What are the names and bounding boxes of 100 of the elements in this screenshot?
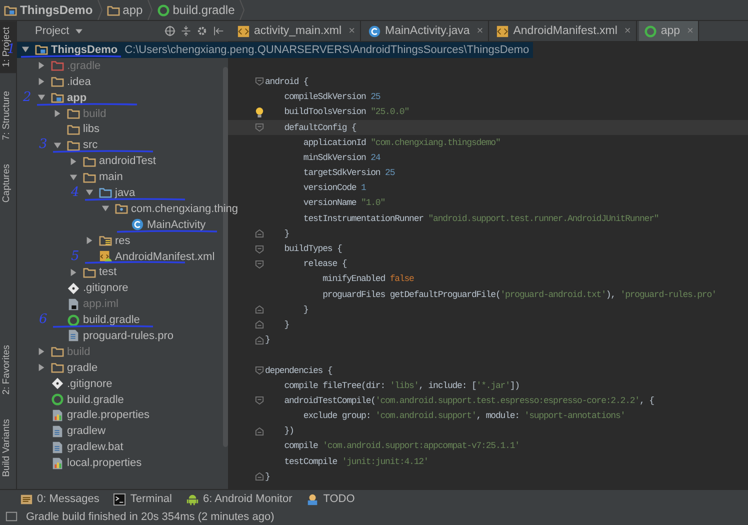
close-tab-button[interactable]: ×: [624, 25, 631, 37]
breadcrumb-item[interactable]: app: [106, 3, 143, 17]
fold-marker-icon[interactable]: [255, 396, 264, 406]
collapsed-arrow-icon[interactable]: [37, 347, 46, 356]
fold-marker-icon[interactable]: [255, 305, 264, 314]
panel-toggle-icon[interactable]: [5, 510, 18, 523]
tree-item[interactable]: gradle.properties: [17, 407, 228, 424]
tool-window-tab[interactable]: 2: Favorites: [0, 339, 16, 402]
tree-label: .gitignore: [83, 282, 128, 294]
collapse-icon[interactable]: [180, 25, 192, 37]
tree-item[interactable]: gradle: [17, 360, 228, 376]
tree-item[interactable]: com.chengxiang.thing: [17, 200, 238, 217]
close-tab-button[interactable]: ×: [348, 25, 355, 37]
module-folder-icon: [51, 91, 64, 104]
fold-marker-icon[interactable]: [255, 426, 264, 436]
expanded-arrow-icon[interactable]: [85, 188, 94, 198]
editor-tab[interactable]: app ×: [638, 21, 700, 41]
collapsed-arrow-icon[interactable]: [69, 156, 78, 166]
gradle-icon: [51, 393, 64, 406]
project-path: C:\Users\chengxiang.peng.QUNARSERVERS\AndroidThingsSources\ThingsDemo: [124, 44, 530, 56]
tree-label: local.properties: [67, 457, 142, 470]
tree-item[interactable]: .gitignore: [17, 280, 228, 296]
tree-item[interactable]: build.gradle: [17, 392, 228, 408]
tree-label: test: [99, 266, 117, 278]
fold-marker-icon[interactable]: [255, 229, 264, 238]
fold-marker-icon[interactable]: [255, 123, 264, 132]
tree-label: androidTest: [99, 155, 156, 168]
tree-item[interactable]: .idea: [17, 74, 228, 90]
fold-marker-icon[interactable]: [255, 260, 264, 269]
collapsed-arrow-icon[interactable]: [37, 363, 46, 372]
fold-marker-icon[interactable]: [255, 336, 264, 345]
tree-item[interactable]: MainActivity: [17, 216, 228, 233]
tool-window-button[interactable]: TODO: [306, 492, 355, 506]
code-line: }: [265, 335, 270, 346]
folder-icon: [83, 170, 96, 184]
tree-label: .gradle: [67, 60, 101, 72]
chevron-icon: [238, 0, 245, 20]
tree-item[interactable]: 2 app: [17, 90, 228, 106]
tool-window-button[interactable]: Terminal: [113, 492, 172, 506]
tree-item[interactable]: res: [17, 232, 228, 249]
lightbulb-icon[interactable]: [255, 106, 264, 118]
module-folder-icon: [35, 43, 48, 56]
tree-label: MainActivity: [147, 218, 206, 231]
target-icon[interactable]: [164, 25, 176, 37]
code-line: androidTestCompile('com.android.support.test.espresso:espresso-core:2.2.2', {: [283, 396, 654, 406]
folder-icon: [67, 138, 80, 152]
fold-marker-icon[interactable]: [255, 77, 264, 86]
tree-item[interactable]: .gitignore: [17, 376, 228, 392]
settings-icon[interactable]: [196, 25, 208, 37]
tool-window-button[interactable]: 0: Messages: [20, 492, 100, 506]
tree-label: res: [115, 234, 130, 247]
tree-item[interactable]: local.properties: [17, 455, 228, 472]
tool-window-button[interactable]: 6: Android Monitor: [186, 492, 292, 506]
expanded-arrow-icon[interactable]: [101, 204, 110, 214]
tree-item[interactable]: 3 src: [17, 137, 228, 154]
tool-window-tab[interactable]: Build Variants: [0, 413, 16, 483]
tool-window-tab[interactable]: 7: Structure: [0, 85, 16, 146]
fold-marker-icon[interactable]: [255, 244, 264, 254]
project-view-dropdown[interactable]: Project: [35, 25, 70, 37]
tree-item[interactable]: main: [17, 169, 228, 186]
tree-item[interactable]: gradlew.bat: [17, 439, 228, 456]
tree-item[interactable]: androidTest: [17, 153, 228, 170]
tree-item[interactable]: gradlew: [17, 423, 228, 440]
breadcrumb-item[interactable]: ThingsDemo: [4, 3, 93, 17]
fold-marker-icon[interactable]: [255, 366, 264, 376]
expanded-arrow-icon[interactable]: [69, 172, 78, 182]
gradle-icon: [67, 314, 80, 327]
module-folder-icon: [4, 4, 17, 16]
code-line: proguardFiles getDefaultProguardFile('proguard-android.txt'), 'proguard-rules.pro': [322, 290, 716, 300]
diamond-file-icon: [51, 377, 64, 390]
collapsed-arrow-icon[interactable]: [37, 77, 46, 86]
code-line: targetSdkVersion 25: [302, 168, 395, 178]
collapsed-arrow-icon[interactable]: [69, 268, 78, 277]
tree-label: java: [115, 186, 136, 199]
code-line: versionCode 1: [302, 183, 366, 194]
chevron-icon: [96, 0, 103, 20]
collapsed-arrow-icon[interactable]: [37, 61, 46, 70]
expanded-arrow-icon[interactable]: [21, 45, 30, 54]
text-file-icon: [67, 329, 80, 342]
close-tab-button[interactable]: ×: [476, 25, 484, 37]
folder-icon: [67, 122, 80, 136]
tree-item[interactable]: test: [17, 264, 228, 280]
expanded-arrow-icon[interactable]: [37, 93, 46, 102]
collapsed-arrow-icon[interactable]: [85, 236, 94, 246]
code-line: }: [265, 472, 270, 482]
tree-item[interactable]: 6 build.gradle: [17, 312, 228, 328]
tree-item[interactable]: 4 java: [17, 185, 228, 201]
tree-item[interactable]: libs: [17, 121, 228, 138]
fold-marker-icon[interactable]: [255, 472, 264, 482]
android-icon: [186, 492, 199, 506]
tool-window-tab[interactable]: Captures: [0, 158, 16, 209]
fold-marker-icon[interactable]: [255, 320, 264, 330]
tree-label: main: [99, 171, 123, 184]
expanded-arrow-icon[interactable]: [53, 140, 62, 150]
tree-item[interactable]: 5 AndroidManifest.xml: [17, 248, 228, 264]
tree-item[interactable]: proguard-rules.pro: [17, 328, 228, 344]
code-line: defaultConfig {: [283, 122, 356, 133]
tree-label: .gitignore: [67, 378, 112, 390]
breadcrumb-item[interactable]: build.gradle: [156, 3, 235, 17]
collapsed-arrow-icon[interactable]: [53, 109, 62, 118]
